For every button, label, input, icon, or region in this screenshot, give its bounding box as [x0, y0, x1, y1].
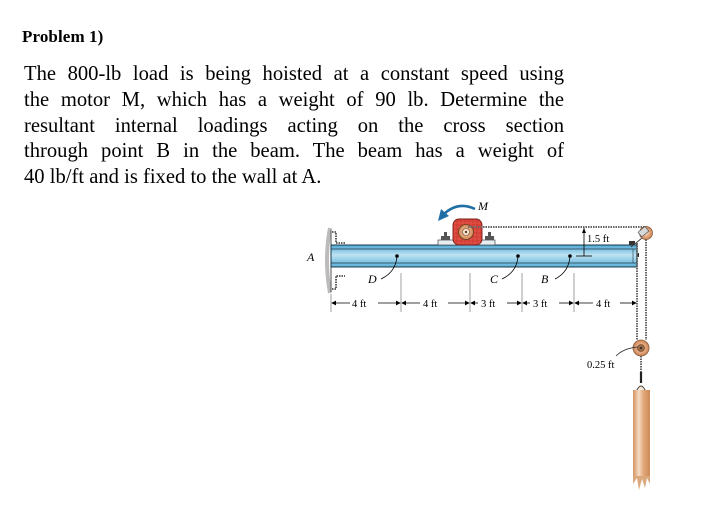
dimension-label: 4 ft [423, 299, 437, 310]
dimension-label: 3 ft [533, 299, 547, 310]
label-height: 1.5 ft [587, 234, 609, 245]
hanging-pulley [632, 339, 650, 357]
moment-arrow-icon [443, 204, 476, 215]
motor [437, 218, 496, 246]
label-a: A [306, 250, 315, 264]
bolt-left-icon [441, 232, 450, 240]
dimension-label: 3 ft [481, 299, 495, 310]
label-b: B [541, 272, 549, 286]
load [633, 385, 650, 490]
beam-figure: A M 0.25 ft D C B 1.5 ft 4 ft 4 ft 3 ft … [306, 199, 653, 490]
dimension-label: 4 ft [596, 299, 610, 310]
label-d: D [367, 272, 377, 286]
label-pulley-radius: 0.25 ft [587, 360, 614, 371]
label-c: C [490, 272, 499, 286]
label-m: M [477, 199, 489, 213]
dimension-label: 4 ft [352, 299, 366, 310]
bolt-right-icon [485, 232, 494, 240]
top-pulley [630, 226, 653, 248]
